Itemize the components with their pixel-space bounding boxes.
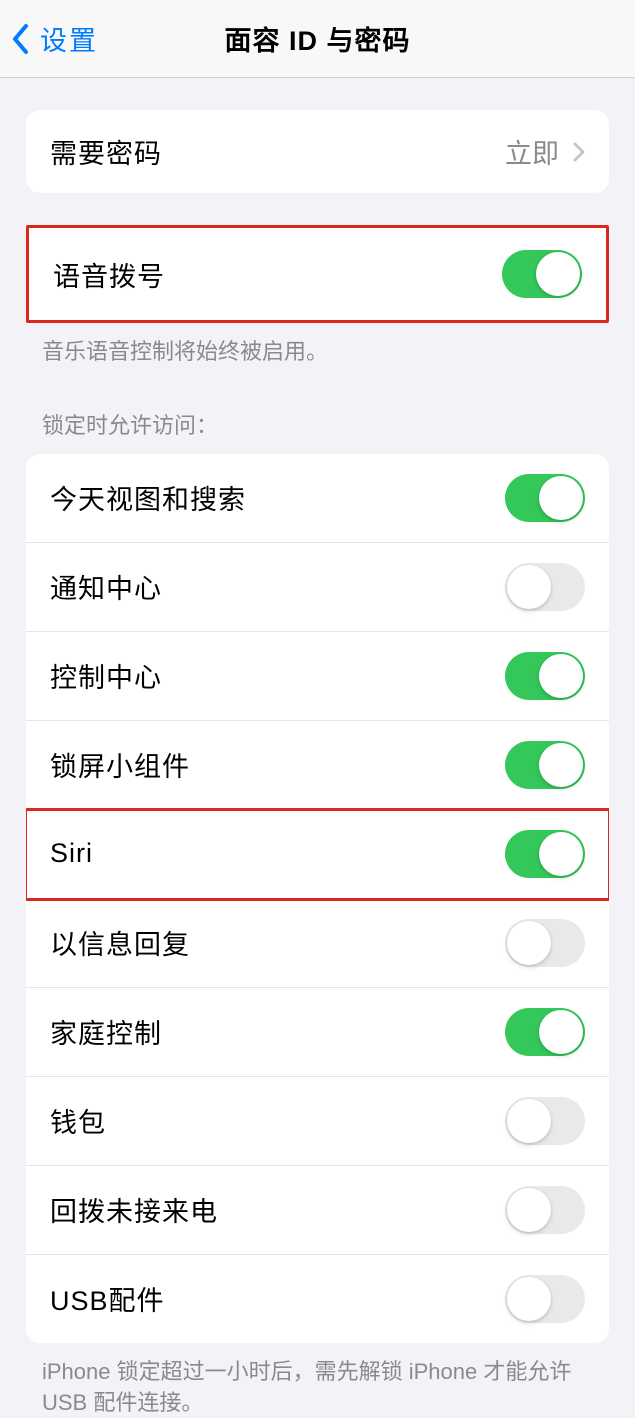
require-passcode-value: 立即 [505,132,559,171]
back-button[interactable]: 设置 [0,19,98,58]
chevron-left-icon [12,24,30,54]
require-passcode-label: 需要密码 [50,132,162,171]
chevron-right-icon [573,142,585,162]
require-passcode-group: 需要密码 立即 [26,110,609,193]
lock-access-toggle[interactable] [505,741,585,789]
lock-access-item-label: 家庭控制 [50,1012,162,1051]
lock-access-item-label: 锁屏小组件 [50,745,190,784]
lock-access-toggle[interactable] [505,563,585,611]
back-label: 设置 [40,19,98,58]
voice-dial-toggle[interactable] [502,250,582,298]
voice-dial-footer: 音乐语音控制将始终被启用。 [0,323,635,368]
lock-access-group: 今天视图和搜索通知中心控制中心锁屏小组件 Siri 以信息回复家庭控制钱包回拨未接来… [26,454,609,1343]
lock-access-item-label: 回拨未接来电 [50,1190,218,1229]
navigation-header: 设置 面容 ID 与密码 [0,0,635,78]
lock-access-toggle[interactable] [505,1097,585,1145]
lock-access-item-label: 以信息回复 [50,923,190,962]
lock-access-toggle[interactable] [505,652,585,700]
lock-access-row: 钱包 [26,1077,609,1166]
lock-access-toggle[interactable] [505,1186,585,1234]
lock-access-row: 回拨未接来电 [26,1166,609,1255]
lock-access-item-label: 今天视图和搜索 [50,478,246,517]
lock-access-row: Siri [26,810,609,899]
lock-access-toggle[interactable] [505,1275,585,1323]
page-title: 面容 ID 与密码 [224,19,410,58]
lock-access-toggle[interactable] [505,830,585,878]
lock-access-item-label: Siri [50,838,93,869]
lock-access-toggle[interactable] [505,919,585,967]
lock-access-toggle[interactable] [505,1008,585,1056]
require-passcode-row[interactable]: 需要密码 立即 [26,110,609,193]
lock-access-row: 通知中心 [26,543,609,632]
lock-access-row: 控制中心 [26,632,609,721]
lock-access-row: 锁屏小组件 [26,721,609,810]
voice-dial-row: 语音拨号 [29,228,606,320]
lock-access-item-label: 钱包 [50,1101,106,1140]
lock-access-header: 锁定时允许访问： [0,368,635,440]
lock-access-toggle[interactable] [505,474,585,522]
lock-access-item-label: USB配件 [50,1279,165,1318]
lock-access-row: USB配件 [26,1255,609,1343]
lock-access-row: 以信息回复 [26,899,609,988]
lock-access-row: 家庭控制 [26,988,609,1077]
voice-dial-label: 语音拨号 [53,255,165,294]
lock-access-footer: iPhone 锁定超过一小时后，需先解锁 iPhone 才能允许USB 配件连接… [0,1343,635,1418]
voice-dial-group: 语音拨号 [26,225,609,323]
lock-access-item-label: 通知中心 [50,567,162,606]
lock-access-item-label: 控制中心 [50,656,162,695]
lock-access-row: 今天视图和搜索 [26,454,609,543]
